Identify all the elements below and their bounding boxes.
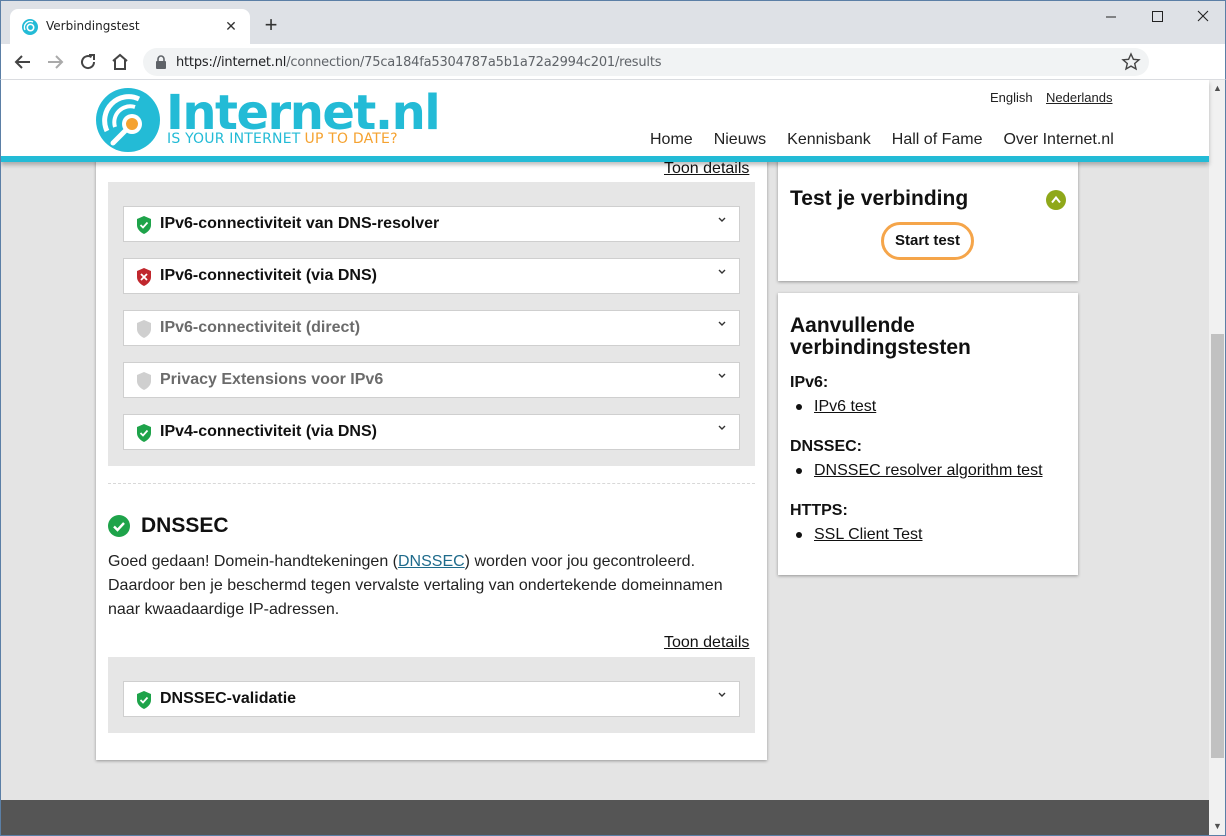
url-path: /connection/75ca184fa5304787a5b1a72a2994… xyxy=(286,55,662,70)
scroll-thumb[interactable] xyxy=(1211,334,1224,758)
browser-tab[interactable]: Verbindingstest ✕ xyxy=(10,9,250,45)
logo-tagline-1: IS YOUR INTERNET xyxy=(167,131,301,147)
shield-pass-icon xyxy=(137,424,151,442)
test-row[interactable]: IPv4-connectiviteit (via DNS) xyxy=(123,414,740,450)
site-footer xyxy=(1,800,1209,835)
test-row[interactable]: IPv6-connectiviteit (via DNS) xyxy=(123,258,740,294)
nav-kennisbank[interactable]: Kennisbank xyxy=(787,131,871,149)
tab-strip: Verbindingstest ✕ + xyxy=(0,0,1226,45)
ipv6-test-link[interactable]: IPv6 test xyxy=(814,398,876,416)
test-row[interactable]: DNSSEC-validatie xyxy=(123,681,740,717)
close-tab-icon[interactable]: ✕ xyxy=(222,17,240,35)
reload-icon[interactable] xyxy=(76,50,100,74)
lock-icon xyxy=(156,55,166,69)
test-label: DNSSEC-validatie xyxy=(160,690,297,707)
chevron-down-icon xyxy=(718,692,726,697)
shield-fail-icon xyxy=(137,268,151,286)
browser-toolbar: https://internet.nl/connection/75ca184fa… xyxy=(0,44,1226,115)
test-connection-title: Test je verbinding xyxy=(790,187,969,210)
vertical-scrollbar[interactable]: ▲ ▼ xyxy=(1209,80,1225,835)
additional-tests-card: Aanvullende verbindingstesten IPv6: IPv6… xyxy=(778,293,1078,575)
chevron-down-icon xyxy=(718,217,726,222)
group-label: DNSSEC: xyxy=(790,438,863,455)
chevron-down-icon xyxy=(718,425,726,430)
bookmark-star-icon[interactable] xyxy=(1121,52,1141,72)
ipv6-details-panel: IPv6-connectiviteit van DNS-resolver IPv… xyxy=(108,182,755,466)
language-english-link[interactable]: English xyxy=(990,90,1033,105)
minimize-window-button[interactable] xyxy=(1088,5,1134,29)
nav-nieuws[interactable]: Nieuws xyxy=(714,131,766,149)
main-navigation: Home Nieuws Kennisbank Hall of Fame Over… xyxy=(650,131,1114,149)
group-label: HTTPS: xyxy=(790,502,848,519)
language-dutch-link[interactable]: Nederlands xyxy=(1046,90,1113,105)
toon-details-link[interactable]: Toon details xyxy=(664,634,749,652)
chevron-down-icon xyxy=(718,321,726,326)
list-bullet xyxy=(796,404,802,410)
logo-tagline: IS YOUR INTERNET UP TO DATE? xyxy=(167,131,398,147)
dnssec-title: DNSSEC xyxy=(141,514,229,537)
chevron-down-icon xyxy=(718,373,726,378)
test-row[interactable]: Privacy Extensions voor IPv6 xyxy=(123,362,740,398)
nav-over[interactable]: Over Internet.nl xyxy=(1003,131,1113,149)
test-label: Privacy Extensions voor IPv6 xyxy=(160,371,384,388)
dnssec-text-1: Goed gedaan! Domein-handtekeningen ( xyxy=(108,553,398,570)
page-viewport: Internet.nl IS YOUR INTERNET UP TO DATE? … xyxy=(0,80,1226,836)
dnssec-link[interactable]: DNSSEC xyxy=(398,553,465,570)
dnssec-details-panel: DNSSEC-validatie xyxy=(108,657,755,733)
section-divider xyxy=(108,483,755,484)
additional-tests-title: Aanvullende verbindingstesten xyxy=(790,314,971,359)
logo-tagline-2: UP TO DATE? xyxy=(304,131,398,147)
group-label: IPv6: xyxy=(790,374,829,391)
nav-hall-of-fame[interactable]: Hall of Fame xyxy=(892,131,983,149)
results-card: Toon details IPv6-connectiviteit van DNS… xyxy=(96,160,767,760)
shield-pass-icon xyxy=(137,216,151,234)
list-bullet xyxy=(796,532,802,538)
scroll-up-arrow-icon[interactable]: ▲ xyxy=(1209,80,1225,97)
check-circle-icon xyxy=(108,515,130,537)
test-row[interactable]: IPv6-connectiviteit (direct) xyxy=(123,310,740,346)
tab-title: Verbindingstest xyxy=(46,19,140,33)
shield-neutral-icon xyxy=(137,372,151,390)
dnssec-resolver-test-link[interactable]: DNSSEC resolver algorithm test xyxy=(814,462,1043,480)
site-logo[interactable]: Internet.nl IS YOUR INTERNET UP TO DATE? xyxy=(95,85,441,155)
url-host: https://internet.nl xyxy=(176,55,287,70)
site-header: Internet.nl IS YOUR INTERNET UP TO DATE? … xyxy=(1,80,1209,162)
test-label: IPv4-connectiviteit (via DNS) xyxy=(160,423,377,440)
collapse-up-icon[interactable] xyxy=(1046,190,1066,210)
dnssec-description: Goed gedaan! Domein-handtekeningen (DNSS… xyxy=(108,550,748,622)
dnssec-text-3: Daardoor ben je beschermd tegen vervalst… xyxy=(108,577,723,594)
internet-nl-favicon-icon xyxy=(22,19,38,35)
start-test-button[interactable]: Start test xyxy=(881,222,974,260)
address-bar[interactable]: https://internet.nl/connection/75ca184fa… xyxy=(143,48,1149,76)
list-bullet xyxy=(796,468,802,474)
ssl-client-test-link[interactable]: SSL Client Test xyxy=(814,526,923,544)
test-label: IPv6-connectiviteit (direct) xyxy=(160,319,361,336)
maximize-window-button[interactable] xyxy=(1134,5,1180,29)
internet-nl-logo-icon xyxy=(96,88,160,152)
shield-pass-icon xyxy=(137,691,151,709)
url-text[interactable]: https://internet.nl/connection/75ca184fa… xyxy=(176,55,661,70)
dnssec-text-4: naar kwaadaardige IP-adressen. xyxy=(108,601,340,618)
shield-neutral-icon xyxy=(137,320,151,338)
test-label: IPv6-connectiviteit (via DNS) xyxy=(160,267,377,284)
back-icon[interactable] xyxy=(11,50,35,74)
dnssec-text-2: ) worden voor jou gecontroleerd. xyxy=(464,553,696,570)
test-connection-card: Test je verbinding Start test xyxy=(778,160,1078,281)
toon-details-link[interactable]: Toon details xyxy=(664,160,749,178)
test-label: IPv6-connectiviteit van DNS-resolver xyxy=(160,215,440,232)
nav-home[interactable]: Home xyxy=(650,131,693,149)
new-tab-button[interactable]: + xyxy=(259,13,283,37)
chevron-down-icon xyxy=(718,269,726,274)
test-row[interactable]: IPv6-connectiviteit van DNS-resolver xyxy=(123,206,740,242)
scroll-down-arrow-icon[interactable]: ▼ xyxy=(1209,818,1225,835)
forward-icon[interactable] xyxy=(43,50,67,74)
close-window-button[interactable] xyxy=(1180,5,1226,29)
home-icon[interactable] xyxy=(108,50,132,74)
